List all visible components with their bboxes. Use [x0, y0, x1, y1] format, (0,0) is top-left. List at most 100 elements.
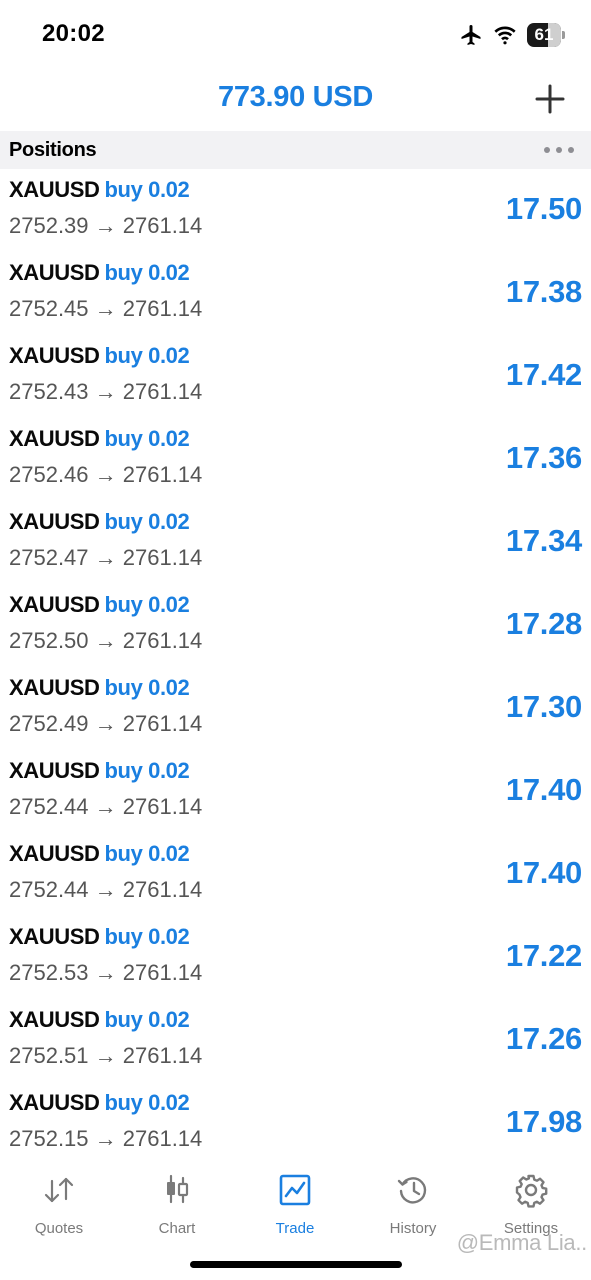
position-profit: 17.38 — [505, 274, 582, 309]
tab-label: History — [389, 1220, 437, 1237]
home-indicator[interactable] — [190, 1261, 402, 1268]
position-profit: 17.28 — [505, 606, 582, 641]
add-order-button[interactable] — [533, 82, 567, 116]
tab-quotes[interactable]: Quotes — [0, 1168, 118, 1240]
position-profit: 17.42 — [505, 357, 582, 392]
clock-history-icon — [397, 1177, 427, 1204]
more-options-button[interactable] — [541, 141, 577, 159]
position-title: XAUUSD buy 0.02 — [9, 260, 190, 286]
position-symbol: XAUUSD — [9, 343, 100, 368]
account-balance: 773.90 USD — [218, 81, 373, 113]
position-prices: 2752.51 → 2761.14 — [9, 1043, 203, 1068]
plus-icon — [535, 84, 565, 114]
battery-level-text: 61 — [534, 25, 554, 44]
position-symbol: XAUUSD — [9, 426, 100, 451]
position-row[interactable]: XAUUSD buy 0.02 2752.47 → 2761.14 17.34 — [0, 501, 591, 584]
position-symbol: XAUUSD — [9, 260, 100, 285]
position-symbol: XAUUSD — [9, 1007, 100, 1032]
position-prices: 2752.49 → 2761.14 — [9, 711, 203, 736]
position-row[interactable]: XAUUSD buy 0.02 2752.44 → 2761.14 17.40 — [0, 833, 591, 916]
position-side-volume: buy 0.02 — [104, 177, 190, 202]
position-side-volume: buy 0.02 — [104, 758, 190, 783]
position-title: XAUUSD buy 0.02 — [9, 675, 190, 701]
tab-label: Chart — [158, 1220, 196, 1237]
position-profit: 17.22 — [505, 938, 582, 973]
position-side-volume: buy 0.02 — [104, 1090, 190, 1115]
position-title: XAUUSD buy 0.02 — [9, 1090, 190, 1116]
position-row[interactable]: XAUUSD buy 0.02 2752.43 → 2761.14 17.42 — [0, 335, 591, 418]
position-row[interactable]: XAUUSD buy 0.02 2752.46 → 2761.14 17.36 — [0, 418, 591, 501]
trend-line-icon — [279, 1174, 311, 1206]
position-symbol: XAUUSD — [9, 675, 100, 700]
wifi-icon — [493, 25, 517, 45]
position-side-volume: buy 0.02 — [104, 260, 190, 285]
tab-chart[interactable]: Chart — [118, 1168, 236, 1240]
position-side-volume: buy 0.02 — [104, 841, 190, 866]
tab-label: Quotes — [34, 1220, 84, 1237]
position-side-volume: buy 0.02 — [104, 343, 190, 368]
position-symbol: XAUUSD — [9, 177, 100, 202]
position-symbol: XAUUSD — [9, 1090, 100, 1115]
position-symbol: XAUUSD — [9, 841, 100, 866]
position-side-volume: buy 0.02 — [104, 592, 190, 617]
position-title: XAUUSD buy 0.02 — [9, 1007, 190, 1033]
position-title: XAUUSD buy 0.02 — [9, 177, 190, 203]
position-prices: 2752.46 → 2761.14 — [9, 462, 203, 487]
position-row[interactable]: XAUUSD buy 0.02 2752.51 → 2761.14 17.26 — [0, 999, 591, 1082]
position-prices: 2752.47 → 2761.14 — [9, 545, 203, 570]
position-row[interactable]: XAUUSD buy 0.02 2752.50 → 2761.14 17.28 — [0, 584, 591, 667]
positions-section-header: Positions — [0, 131, 591, 169]
battery-icon: 61 — [527, 23, 565, 47]
status-icons: 61 — [459, 22, 565, 48]
position-prices: 2752.45 → 2761.14 — [9, 296, 203, 321]
position-symbol: XAUUSD — [9, 924, 100, 949]
status-bar: 20:02 61 — [0, 0, 591, 66]
ellipsis-icon — [544, 147, 574, 153]
position-side-volume: buy 0.02 — [104, 924, 190, 949]
position-prices: 2752.15 → 2761.14 — [9, 1126, 203, 1151]
candlestick-icon — [167, 1174, 189, 1204]
position-profit: 17.98 — [505, 1104, 582, 1139]
position-profit: 17.30 — [505, 689, 582, 724]
status-time: 20:02 — [42, 20, 105, 47]
gear-icon — [515, 1174, 548, 1208]
position-symbol: XAUUSD — [9, 758, 100, 783]
position-side-volume: buy 0.02 — [104, 1007, 190, 1032]
position-prices: 2752.50 → 2761.14 — [9, 628, 203, 653]
position-profit: 17.26 — [505, 1021, 582, 1056]
position-side-volume: buy 0.02 — [104, 675, 190, 700]
section-title: Positions — [9, 139, 97, 161]
tab-trade[interactable]: Trade — [236, 1168, 354, 1240]
position-row[interactable]: XAUUSD buy 0.02 2752.15 → 2761.14 17.98 — [0, 1082, 591, 1165]
position-title: XAUUSD buy 0.02 — [9, 758, 190, 784]
position-row[interactable]: XAUUSD buy 0.02 2752.45 → 2761.14 17.38 — [0, 252, 591, 335]
up-down-arrows-icon — [44, 1177, 74, 1203]
position-side-volume: buy 0.02 — [104, 509, 190, 534]
position-prices: 2752.43 → 2761.14 — [9, 379, 203, 404]
position-row[interactable]: XAUUSD buy 0.02 2752.53 → 2761.14 17.22 — [0, 916, 591, 999]
position-title: XAUUSD buy 0.02 — [9, 592, 190, 618]
position-title: XAUUSD buy 0.02 — [9, 343, 190, 369]
position-prices: 2752.44 → 2761.14 — [9, 877, 203, 902]
tab-label: Trade — [275, 1220, 315, 1237]
account-header: 773.90 USD — [0, 70, 591, 128]
position-profit: 17.40 — [505, 855, 582, 890]
position-profit: 17.40 — [505, 772, 582, 807]
position-title: XAUUSD buy 0.02 — [9, 924, 190, 950]
position-row[interactable]: XAUUSD buy 0.02 2752.44 → 2761.14 17.40 — [0, 750, 591, 833]
tab-bar: Quotes Chart Trade History Settings @Emm… — [0, 1160, 591, 1280]
position-profit: 17.34 — [505, 523, 582, 558]
position-title: XAUUSD buy 0.02 — [9, 509, 190, 535]
position-symbol: XAUUSD — [9, 592, 100, 617]
position-symbol: XAUUSD — [9, 509, 100, 534]
position-profit: 17.50 — [505, 191, 582, 226]
airplane-icon — [459, 23, 483, 47]
tab-history[interactable]: History — [354, 1168, 472, 1240]
position-title: XAUUSD buy 0.02 — [9, 841, 190, 867]
position-row[interactable]: XAUUSD buy 0.02 2752.49 → 2761.14 17.30 — [0, 667, 591, 750]
position-side-volume: buy 0.02 — [104, 426, 190, 451]
position-prices: 2752.44 → 2761.14 — [9, 794, 203, 819]
position-row[interactable]: XAUUSD buy 0.02 2752.39 → 2761.14 17.50 — [0, 169, 591, 252]
positions-list: XAUUSD buy 0.02 2752.39 → 2761.14 17.50 X… — [0, 169, 591, 1165]
position-prices: 2752.53 → 2761.14 — [9, 960, 203, 985]
